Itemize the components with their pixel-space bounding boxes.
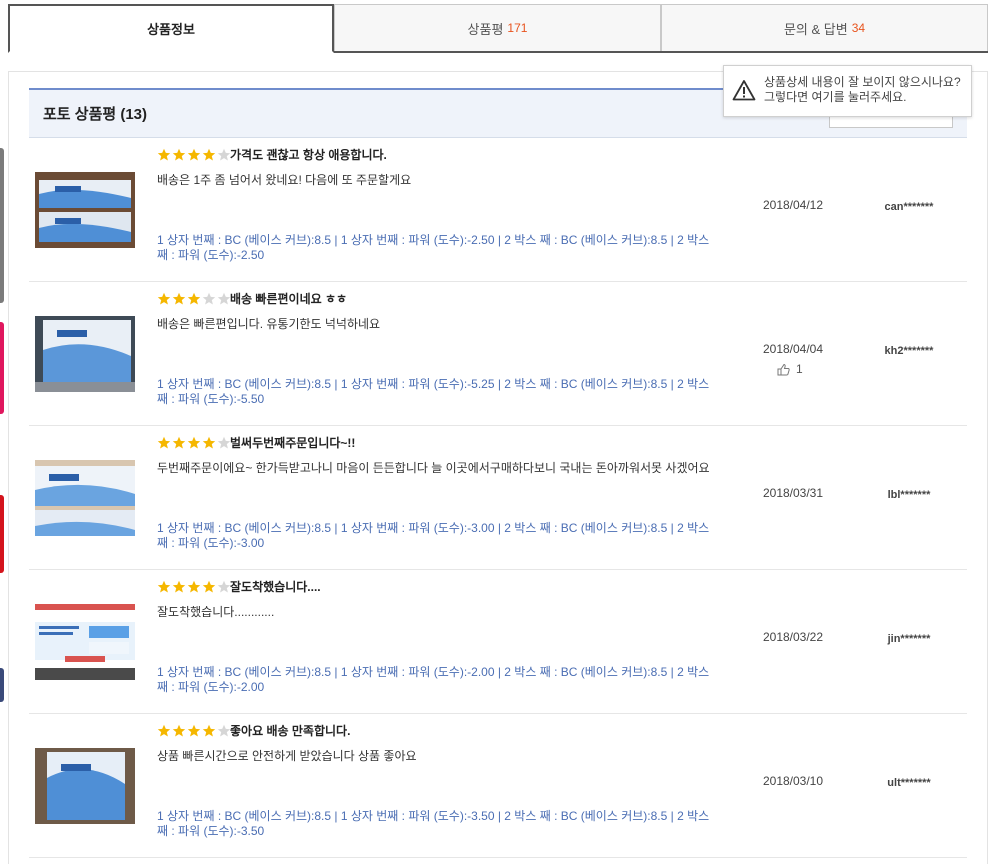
photo-reviews-title: 포토 상품평 (13) [43,106,148,123]
review-list: 가격도 괜찮고 항상 애용합니다. 배송은 1주 좀 넘어서 왔네요! 다음에 … [29,138,967,858]
review-user: kh2******* [884,345,934,357]
star-empty-icon [217,724,231,737]
star-filled-icon [187,580,201,593]
left-edge-strips [0,0,4,864]
star-empty-icon [217,292,231,305]
review-photo[interactable] [35,172,135,248]
review-user: ult******* [887,777,931,789]
review-date: 2018/04/04 [762,342,824,356]
review-date: 2018/04/12 [762,198,824,212]
review-photo[interactable] [35,604,135,680]
thumbs-up-icon [777,363,790,375]
review-title: 좋아요 배송 만족합니다. [230,724,351,738]
star-filled-icon [202,436,216,449]
review-date: 2018/03/31 [762,486,824,500]
side-strip [0,668,4,702]
star-filled-icon [157,292,171,305]
review-title: 배송 빠른편이네요 ㅎㅎ [230,292,348,306]
review-photo[interactable] [35,748,135,824]
warning-icon [732,80,756,101]
review-item: 가격도 괜찮고 항상 애용합니다. 배송은 1주 좀 넘어서 왔네요! 다음에 … [29,138,967,282]
star-filled-icon [172,148,186,161]
star-filled-icon [157,580,171,593]
star-filled-icon [187,724,201,737]
review-options: 1 상자 번째 : BC (베이스 커브):8.5 | 1 상자 번째 : 파워… [157,377,710,406]
review-title: 벌써두번째주문입니다~!! [230,436,356,450]
star-filled-icon [172,292,186,305]
notice-text: 상품상세 내용이 잘 보이지 않으시나요? 그렇다면 여기를 눌러주세요. [764,75,961,104]
detail-tabs: 상품정보 상품평 171 문의 & 답변 34 [8,4,988,53]
review-item: 배송 빠른편이네요 ㅎㅎ 배송은 빠른편입니다. 유통기한도 넉넉하네요 1 상… [29,282,967,426]
star-filled-icon [157,436,171,449]
review-date: 2018/03/22 [762,630,824,644]
tab-label: 문의 & 답변 [783,21,848,37]
review-user: can******* [884,201,934,213]
tab-label: 상품평 [467,21,504,37]
star-filled-icon [202,724,216,737]
review-body: 잘도착했습니다............ [157,605,275,619]
review-options: 1 상자 번째 : BC (베이스 커브):8.5 | 1 상자 번째 : 파워… [157,521,710,550]
side-strip [0,495,4,573]
rating-stars [157,436,232,450]
rating-stars [157,724,232,738]
side-strip [0,322,4,414]
side-strip [0,148,4,303]
tab-product-info[interactable]: 상품정보 [8,4,334,53]
tab-label: 상품정보 [147,22,195,37]
review-options: 1 상자 번째 : BC (베이스 커브):8.5 | 1 상자 번째 : 파워… [157,665,710,694]
star-filled-icon [187,436,201,449]
tab-count: 34 [851,21,866,35]
review-item: 좋아요 배송 만족합니다. 상품 빠른시간으로 안전하게 받았습니다 상품 좋아… [29,714,967,858]
star-filled-icon [172,724,186,737]
review-photo[interactable] [35,460,135,536]
like-count: 1 [796,362,803,376]
star-empty-icon [217,436,231,449]
review-body: 배송은 빠른편입니다. 유통기한도 넉넉하네요 [157,317,381,331]
tab-reviews[interactable]: 상품평 171 [334,4,661,51]
star-empty-icon [217,148,231,161]
star-filled-icon [157,724,171,737]
rating-stars [157,580,232,594]
star-empty-icon [217,580,231,593]
tab-qna[interactable]: 문의 & 답변 34 [661,4,988,51]
star-empty-icon [202,292,216,305]
rating-stars [157,148,232,162]
review-photo[interactable] [35,316,135,392]
review-item: 벌써두번째주문입니다~!! 두번째주문이에요~ 한가득받고나니 마음이 든든합니… [29,426,967,570]
star-filled-icon [172,436,186,449]
review-date: 2018/03/10 [762,774,824,788]
review-options: 1 상자 번째 : BC (베이스 커브):8.5 | 1 상자 번째 : 파워… [157,809,710,838]
like-button[interactable]: 1 [777,362,803,376]
star-filled-icon [187,148,201,161]
review-title: 잘도착했습니다.... [230,580,321,594]
star-filled-icon [157,148,171,161]
star-filled-icon [187,292,201,305]
review-user: jin******* [887,633,931,645]
rating-stars [157,292,232,306]
star-filled-icon [202,148,216,161]
review-options: 1 상자 번째 : BC (베이스 커브):8.5 | 1 상자 번째 : 파워… [157,233,710,262]
detail-help-notice[interactable]: 상품상세 내용이 잘 보이지 않으시나요? 그렇다면 여기를 눌러주세요. [723,65,972,117]
review-body: 상품 빠른시간으로 안전하게 받았습니다 상품 좋아요 [157,749,417,763]
review-user: lbl******* [887,489,931,501]
star-filled-icon [202,580,216,593]
star-filled-icon [172,580,186,593]
review-item: 잘도착했습니다.... 잘도착했습니다............ 1 상자 번째 … [29,570,967,714]
tab-count: 171 [507,21,528,35]
review-body: 배송은 1주 좀 넘어서 왔네요! 다음에 또 주문할게요 [157,173,412,187]
review-body: 두번째주문이에요~ 한가득받고나니 마음이 든든합니다 늘 이곳에서구매하다보니… [157,461,710,475]
review-title: 가격도 괜찮고 항상 애용합니다. [230,148,387,162]
